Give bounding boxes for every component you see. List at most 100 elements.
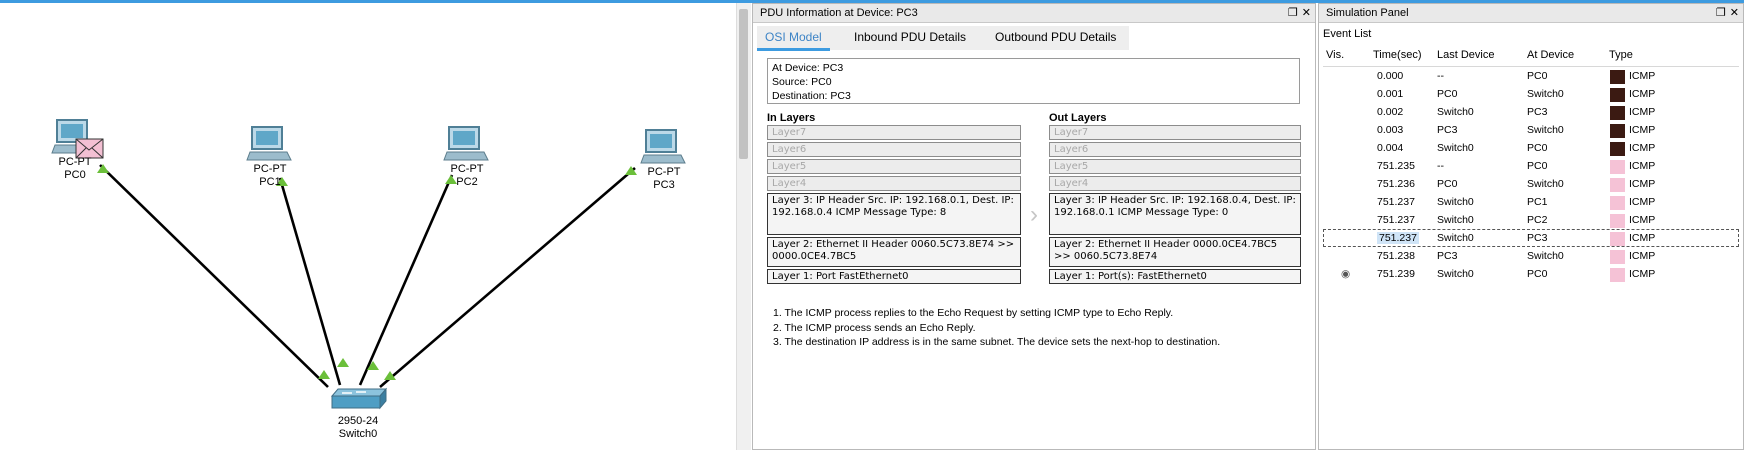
event-type: ICMP — [1629, 124, 1656, 136]
in-layer-1[interactable]: Layer 1: Port FastEthernet0 — [767, 269, 1021, 284]
event-row[interactable]: 0.000 -- PC0 ICMP — [1323, 67, 1739, 85]
close-icon[interactable]: ✕ — [1302, 7, 1311, 19]
out-layer-4[interactable]: Layer4 — [1049, 176, 1301, 191]
event-row[interactable]: 751.237 Switch0 PC2 ICMP — [1323, 211, 1739, 229]
tab-outbound-pdu[interactable]: Outbound PDU Details — [987, 26, 1124, 48]
close-icon[interactable]: ✕ — [1730, 7, 1739, 19]
event-last-device: Switch0 — [1437, 268, 1474, 280]
in-layer-3[interactable]: Layer 3: IP Header Src. IP: 192.168.0.1,… — [767, 193, 1021, 235]
event-at-device: PC3 — [1527, 232, 1548, 244]
in-layer-6[interactable]: Layer6 — [767, 142, 1021, 157]
event-last-device: Switch0 — [1437, 214, 1474, 226]
event-last-device: Switch0 — [1437, 232, 1474, 244]
out-layers-title: Out Layers — [1049, 112, 1107, 124]
event-color-swatch[interactable] — [1610, 160, 1625, 174]
event-row[interactable]: 751.237 Switch0 PC1 ICMP — [1323, 193, 1739, 211]
in-layers-title: In Layers — [767, 112, 816, 124]
event-color-swatch[interactable] — [1610, 88, 1625, 102]
event-color-swatch[interactable] — [1610, 214, 1625, 228]
device-label-pc1: PC-PT PC1 — [253, 163, 287, 188]
workspace-scrollbar[interactable] — [736, 3, 751, 450]
eye-icon[interactable]: ◉ — [1341, 268, 1350, 280]
out-layer-2[interactable]: Layer 2: Ethernet II Header 0000.0CE4.7B… — [1049, 237, 1301, 267]
col-header-at-device[interactable]: At Device — [1527, 49, 1574, 61]
event-color-swatch[interactable] — [1610, 106, 1625, 120]
event-color-swatch[interactable] — [1610, 142, 1625, 156]
pc-icon-pc1 — [246, 126, 292, 161]
event-row[interactable]: 0.003 PC3 Switch0 ICMP — [1323, 121, 1739, 139]
pc-icon-pc2 — [443, 126, 489, 161]
col-header-time[interactable]: Time(sec) — [1373, 49, 1421, 61]
event-color-swatch[interactable] — [1610, 124, 1625, 138]
device-label-pc2: PC-PT PC2 — [450, 163, 484, 188]
out-layer-7[interactable]: Layer7 — [1049, 125, 1301, 140]
event-type: ICMP — [1629, 178, 1656, 190]
device-label-switch0: 2950-24 Switch0 — [337, 415, 379, 440]
event-at-device: PC2 — [1527, 214, 1548, 226]
pc-icon-pc3 — [640, 129, 686, 164]
tab-osi-model[interactable]: OSI Model — [757, 26, 830, 51]
event-type: ICMP — [1629, 250, 1656, 262]
event-color-swatch[interactable] — [1610, 178, 1625, 192]
event-row[interactable]: 0.001 PC0 Switch0 ICMP — [1323, 85, 1739, 103]
in-layer-7[interactable]: Layer7 — [767, 125, 1021, 140]
event-at-device: PC0 — [1527, 268, 1548, 280]
scrollbar-thumb[interactable] — [739, 9, 748, 159]
event-last-device: Switch0 — [1437, 196, 1474, 208]
in-layer-2[interactable]: Layer 2: Ethernet II Header 0060.5C73.8E… — [767, 237, 1021, 267]
sim-panel-titlebar: Simulation Panel ❐ ✕ — [1319, 4, 1743, 23]
event-at-device: PC1 — [1527, 196, 1548, 208]
pdu-panel-title: PDU Information at Device: PC3 — [760, 7, 918, 19]
out-layer-6[interactable]: Layer6 — [1049, 142, 1301, 157]
switch-icon — [330, 387, 388, 410]
event-color-swatch[interactable] — [1610, 196, 1625, 210]
event-last-device: PC3 — [1437, 124, 1458, 136]
event-at-device: PC0 — [1527, 160, 1548, 172]
cable-pc0-switch0 — [99, 164, 329, 388]
cable-pc1-switch0 — [278, 177, 342, 386]
event-time: 751.237 — [1377, 196, 1415, 208]
event-row[interactable]: 751.236 PC0 Switch0 ICMP — [1323, 175, 1739, 193]
event-row[interactable]: 751.237 Switch0 PC3 ICMP — [1323, 229, 1739, 247]
cable-pc2-switch0 — [358, 174, 454, 386]
out-layer-3[interactable]: Layer 3: IP Header Src. IP: 192.168.0.4,… — [1049, 193, 1301, 235]
out-layer-5[interactable]: Layer5 — [1049, 159, 1301, 174]
event-color-swatch[interactable] — [1610, 70, 1625, 84]
note-line: 2. The ICMP process sends an Echo Reply. — [773, 321, 976, 334]
event-at-device: PC0 — [1527, 142, 1548, 154]
event-row[interactable]: 751.235 -- PC0 ICMP — [1323, 157, 1739, 175]
tab-inbound-pdu[interactable]: Inbound PDU Details — [846, 26, 974, 48]
event-row[interactable]: ◉ 751.239 Switch0 PC0 ICMP — [1323, 265, 1739, 283]
in-layer-4[interactable]: Layer4 — [767, 176, 1021, 191]
event-row[interactable]: 751.238 PC3 Switch0 ICMP — [1323, 247, 1739, 265]
link-light-sw-p2 — [337, 358, 349, 367]
event-time: 751.236 — [1377, 178, 1415, 190]
col-header-type[interactable]: Type — [1609, 49, 1633, 61]
event-row[interactable]: 0.004 Switch0 PC0 ICMP — [1323, 139, 1739, 157]
event-row[interactable]: 0.002 Switch0 PC3 ICMP — [1323, 103, 1739, 121]
out-layer-1[interactable]: Layer 1: Port(s): FastEthernet0 — [1049, 269, 1301, 284]
note-line: 1. The ICMP process replies to the Echo … — [773, 307, 1174, 319]
event-at-device: Switch0 — [1527, 250, 1564, 262]
event-type: ICMP — [1629, 268, 1656, 280]
event-time: 0.001 — [1377, 88, 1404, 100]
topology-canvas[interactable] — [0, 3, 736, 450]
event-last-device: PC3 — [1437, 250, 1458, 262]
event-color-swatch[interactable] — [1610, 268, 1625, 282]
event-type: ICMP — [1629, 106, 1656, 118]
device-label-pc3: PC-PT PC3 — [647, 166, 681, 191]
event-last-device: Switch0 — [1437, 106, 1474, 118]
event-last-device: PC0 — [1437, 88, 1458, 100]
col-header-last-device[interactable]: Last Device — [1437, 49, 1494, 61]
event-color-swatch[interactable] — [1610, 250, 1625, 264]
network-workspace[interactable]: PC-PT PC0 PC-PT PC1 PC-PT PC2 PC-PT PC3 2950… — [0, 3, 736, 450]
sim-panel-title: Simulation Panel — [1326, 7, 1409, 19]
event-last-device: -- — [1437, 70, 1444, 82]
in-layer-5[interactable]: Layer5 — [767, 159, 1021, 174]
event-color-swatch[interactable] — [1610, 232, 1625, 246]
restore-icon[interactable]: ❐ — [1716, 7, 1726, 19]
event-at-device: Switch0 — [1527, 124, 1564, 136]
col-header-vis[interactable]: Vis. — [1326, 49, 1344, 61]
restore-icon[interactable]: ❐ — [1288, 7, 1298, 19]
at-device-text: At Device: PC3 — [772, 62, 844, 74]
